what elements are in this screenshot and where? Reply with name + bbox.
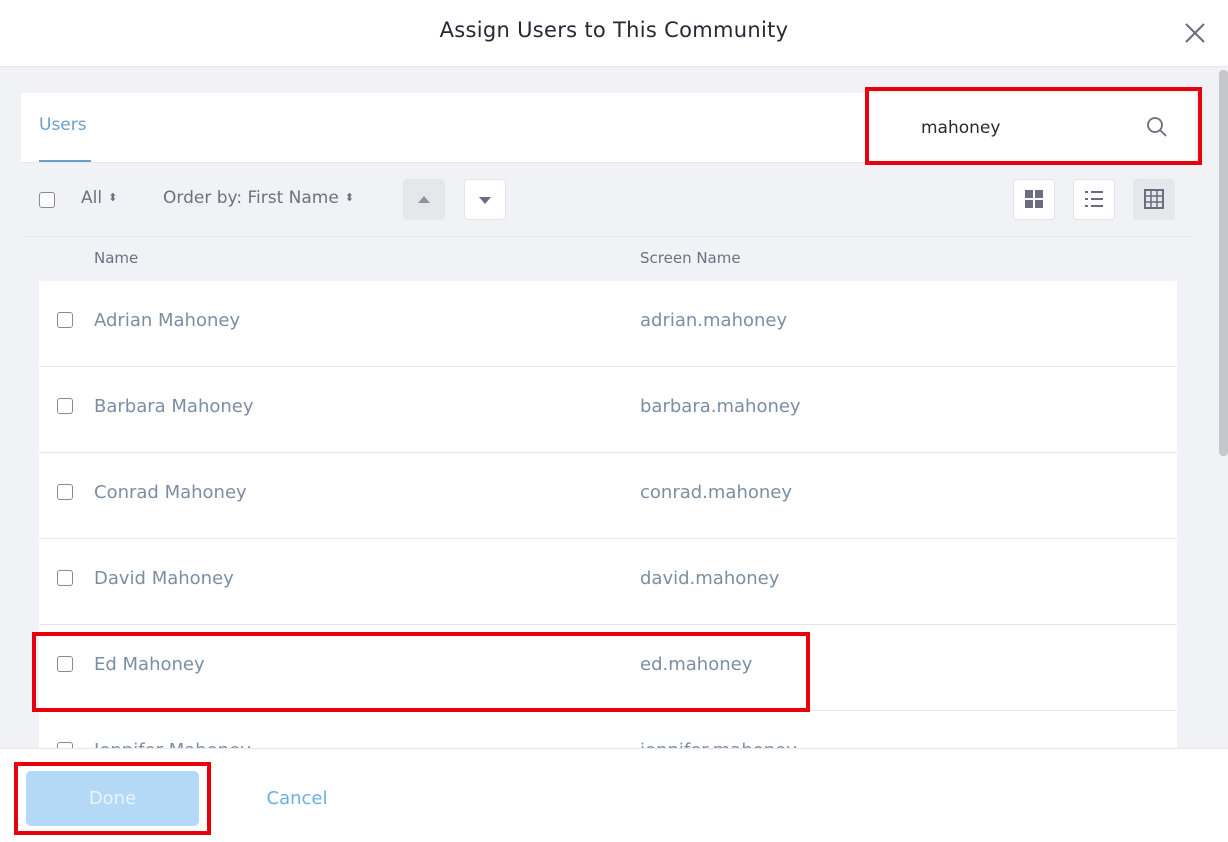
row-checkbox[interactable] [57, 398, 73, 414]
sort-descending-button[interactable] [464, 179, 506, 220]
modal-header: Assign Users to This Community [0, 0, 1228, 67]
caret-up-icon [418, 196, 430, 203]
search-input[interactable] [921, 111, 1121, 145]
done-button[interactable]: Done [26, 771, 199, 826]
row-checkbox[interactable] [57, 484, 73, 500]
user-screen-name: adrian.mahoney [640, 310, 788, 331]
user-name: David Mahoney [94, 568, 234, 589]
order-by-label: Order by: First Name [163, 188, 339, 208]
row-checkbox[interactable] [57, 312, 73, 328]
order-by-dropdown[interactable]: Order by: First Name ⬍ [163, 188, 354, 208]
caret-updown-icon: ⬍ [108, 191, 118, 204]
cards-icon [1025, 190, 1043, 208]
scrollbar-thumb[interactable] [1219, 70, 1228, 456]
user-name: Barbara Mahoney [94, 396, 254, 417]
user-screen-name: barbara.mahoney [640, 396, 801, 417]
column-header-name: Name [94, 249, 139, 267]
tab-active-indicator [39, 160, 91, 162]
modal-title: Assign Users to This Community [439, 18, 789, 42]
table-row[interactable]: Jennifer Mahoney jennifer.mahoney [39, 711, 1177, 748]
table-icon [1144, 189, 1164, 209]
filter-dropdown[interactable]: All ⬍ [81, 188, 117, 208]
select-all-checkbox[interactable] [39, 192, 55, 208]
list-view-button[interactable] [1073, 179, 1115, 220]
tab-users[interactable]: Users [39, 115, 87, 135]
management-toolbar: All ⬍ Order by: First Name ⬍ [21, 163, 1195, 237]
user-screen-name: david.mahoney [640, 568, 780, 589]
user-screen-name: jennifer.mahoney [640, 740, 797, 748]
table-row[interactable]: David Mahoney david.mahoney [39, 539, 1177, 625]
user-name: Conrad Mahoney [94, 482, 247, 503]
list-icon [1085, 191, 1103, 207]
user-name: Adrian Mahoney [94, 310, 241, 331]
table-view-button[interactable] [1133, 179, 1175, 220]
user-table: Adrian Mahoney adrian.mahoney Barbara Ma… [39, 281, 1177, 748]
row-checkbox[interactable] [57, 656, 73, 672]
row-checkbox[interactable] [57, 570, 73, 586]
filter-label: All [81, 188, 103, 208]
caret-down-icon [479, 197, 491, 204]
management-nav-bar: Users [21, 93, 1195, 163]
assign-users-modal: Assign Users to This Community Users All… [0, 0, 1228, 842]
user-name: Jennifer Mahoney [94, 740, 251, 748]
column-header-screen-name: Screen Name [640, 249, 741, 267]
cancel-button[interactable]: Cancel [245, 771, 349, 826]
table-row[interactable]: Ed Mahoney ed.mahoney [39, 625, 1177, 711]
user-name: Ed Mahoney [94, 654, 205, 675]
user-screen-name: ed.mahoney [640, 654, 753, 675]
cards-view-button[interactable] [1013, 179, 1055, 220]
table-row[interactable]: Adrian Mahoney adrian.mahoney [39, 281, 1177, 367]
table-row[interactable]: Barbara Mahoney barbara.mahoney [39, 367, 1177, 453]
caret-updown-icon: ⬍ [344, 191, 355, 204]
sort-ascending-button[interactable] [403, 179, 445, 220]
search-icon[interactable] [1145, 115, 1169, 139]
table-row[interactable]: Conrad Mahoney conrad.mahoney [39, 453, 1177, 539]
user-screen-name: conrad.mahoney [640, 482, 793, 503]
table-header: Name Screen Name [39, 237, 1177, 281]
close-icon[interactable] [1180, 18, 1210, 48]
modal-footer: Done Cancel [0, 748, 1228, 842]
